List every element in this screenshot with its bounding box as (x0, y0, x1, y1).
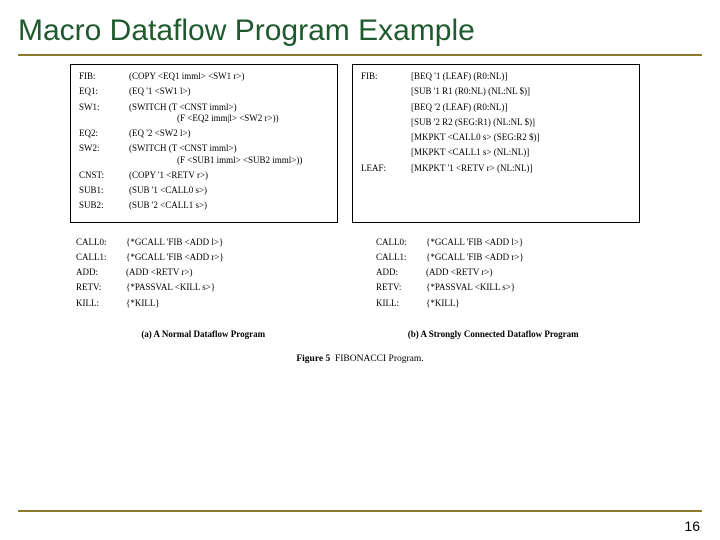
lbl: SW2: (79, 143, 129, 170)
code-line: (SWITCH (T <CNST imml>) (F <EQ2 imm|l> <… (129, 102, 329, 129)
lbl: RETV: (76, 282, 126, 297)
lbl: EQ2: (79, 128, 129, 143)
figure-title: FIBONACCI Program. (335, 354, 424, 364)
code-line-part: (F <SUB1 imml> <SUB2 imml>)) (129, 155, 302, 165)
lbl (361, 102, 411, 117)
lower-col-a: CALL0: {*GCALL 'FIB <ADD l>} CALL1: {*GC… (76, 237, 336, 313)
lbl: FIB: (79, 71, 129, 86)
figure-content: FIB: (COPY <EQ1 imml> <SW1 r>) EQ1: (EQ … (70, 64, 650, 366)
lbl: KILL: (376, 298, 426, 313)
lbl (361, 147, 411, 162)
code-line: {*KILL} (126, 298, 336, 313)
code-line: {*KILL} (426, 298, 636, 313)
code-table-b: FIB: [BEQ '1 (LEAF) (R0:NL)] [SUB '1 R1 … (361, 71, 631, 178)
figure-caption: Figure 5 FIBONACCI Program. (70, 354, 650, 366)
code-line: [MKPKT <CALL1 s> (NL:NL)] (411, 147, 631, 162)
code-line: (COPY '1 <RETV r>) (129, 170, 329, 185)
code-table-a-lower: CALL0: {*GCALL 'FIB <ADD l>} CALL1: {*GC… (76, 237, 336, 313)
box-b: FIB: [BEQ '1 (LEAF) (R0:NL)] [SUB '1 R1 … (352, 64, 640, 223)
code-line: (EQ '2 <SW2 l>) (129, 128, 329, 143)
code-line: (EQ '1 <SW1 l>) (129, 86, 329, 101)
code-line: (SUB '1 <CALL0 s>) (129, 185, 329, 200)
slide: Macro Dataflow Program Example FIB: (COP… (0, 0, 720, 540)
code-table-a: FIB: (COPY <EQ1 imml> <SW1 r>) EQ1: (EQ … (79, 71, 329, 216)
code-table-b-lower: CALL0: {*GCALL 'FIB <ADD l>} CALL1: {*GC… (376, 237, 636, 313)
code-line: {*GCALL 'FIB <ADD r>} (126, 252, 336, 267)
code-line: (COPY <EQ1 imml> <SW1 r>) (129, 71, 329, 86)
page-number: 16 (684, 518, 700, 534)
lbl: SUB2: (79, 200, 129, 215)
caption-b: (b) A Strongly Connected Dataflow Progra… (408, 329, 579, 340)
lbl: CALL0: (76, 237, 126, 252)
lbl: CALL1: (76, 252, 126, 267)
lbl: FIB: (361, 71, 411, 86)
lbl: ADD: (376, 267, 426, 282)
box-a: FIB: (COPY <EQ1 imml> <SW1 r>) EQ1: (EQ … (70, 64, 338, 223)
code-line: [SUB '1 R1 (R0:NL) (NL:NL $)] (411, 86, 631, 101)
lbl (361, 132, 411, 147)
caption-a: (a) A Normal Dataflow Program (141, 329, 265, 340)
unboxed-code-row: CALL0: {*GCALL 'FIB <ADD l>} CALL1: {*GC… (70, 237, 650, 313)
lbl: CALL1: (376, 252, 426, 267)
code-line-part: (F <EQ2 imm|l> <SW2 r>)) (129, 113, 279, 123)
code-line-part: (SWITCH (T <CNST imml>) (129, 102, 237, 112)
lbl: ADD: (76, 267, 126, 282)
code-line: [BEQ '2 (LEAF) (R0:NL)] (411, 102, 631, 117)
code-line: (ADD <RETV r>) (426, 267, 636, 282)
lbl: SW1: (79, 102, 129, 129)
footer-rule (18, 510, 702, 512)
lbl: CNST: (79, 170, 129, 185)
code-line: {*GCALL 'FIB <ADD l>} (426, 237, 636, 252)
code-line: (SUB '2 <CALL1 s>) (129, 200, 329, 215)
slide-title: Macro Dataflow Program Example (0, 0, 720, 54)
code-line: {*PASSVAL <KILL s>} (126, 282, 336, 297)
code-line: (SWITCH (T <CNST imml>) (F <SUB1 imml> <… (129, 143, 329, 170)
figure-number: Figure 5 (296, 354, 330, 364)
code-line: {*GCALL 'FIB <ADD l>} (126, 237, 336, 252)
lower-col-b: CALL0: {*GCALL 'FIB <ADD l>} CALL1: {*GC… (376, 237, 636, 313)
boxed-code-row: FIB: (COPY <EQ1 imml> <SW1 r>) EQ1: (EQ … (70, 64, 650, 223)
title-rule (18, 54, 702, 56)
code-line: [MKPKT <CALL0 s> (SEG:R2 $)] (411, 132, 631, 147)
lbl: EQ1: (79, 86, 129, 101)
lbl: LEAF: (361, 163, 411, 178)
code-line: {*GCALL 'FIB <ADD r>} (426, 252, 636, 267)
lbl: KILL: (76, 298, 126, 313)
code-line: [SUB '2 R2 (SEG:R1) (NL:NL $)] (411, 117, 631, 132)
code-line: {*PASSVAL <KILL s>} (426, 282, 636, 297)
subfigure-captions: (a) A Normal Dataflow Program (b) A Stro… (70, 329, 650, 340)
code-line: [MKPKT '1 <RETV r> (NL:NL)] (411, 163, 631, 178)
lbl (361, 117, 411, 132)
code-line: (ADD <RETV r>) (126, 267, 336, 282)
lbl: RETV: (376, 282, 426, 297)
lbl (361, 86, 411, 101)
lbl: SUB1: (79, 185, 129, 200)
code-line: [BEQ '1 (LEAF) (R0:NL)] (411, 71, 631, 86)
lbl: CALL0: (376, 237, 426, 252)
code-line-part: (SWITCH (T <CNST imml>) (129, 143, 237, 153)
